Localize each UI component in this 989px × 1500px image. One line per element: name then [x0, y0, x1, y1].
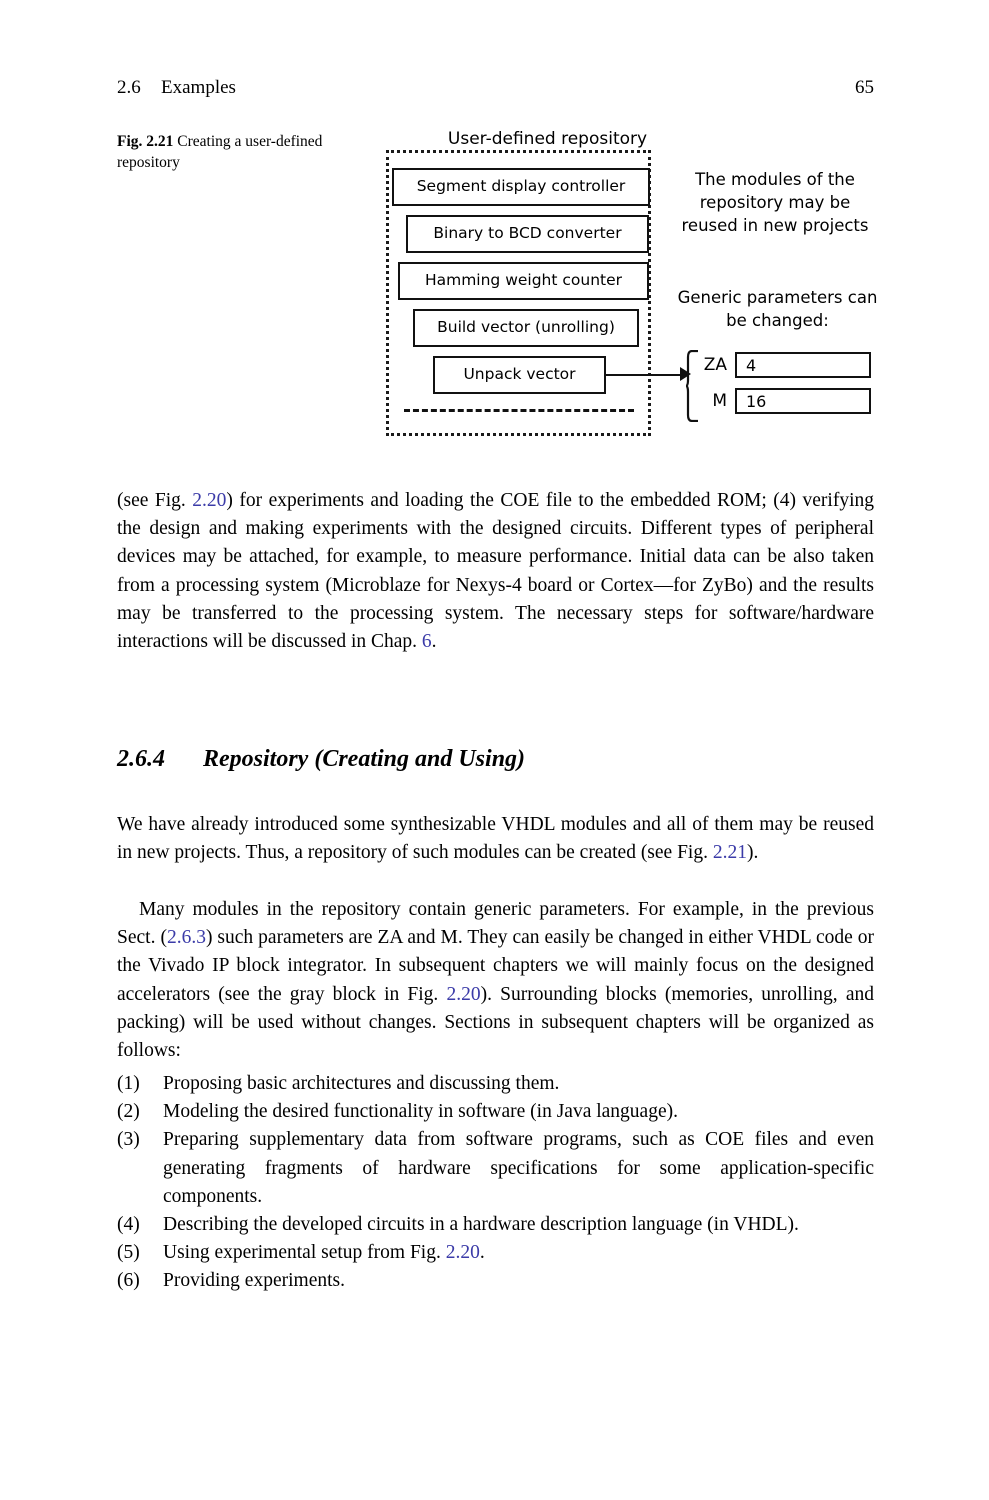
cross-reference-link[interactable]: 2.6.3: [167, 927, 206, 948]
list-item-text-before: Using experimental setup from Fig.: [163, 1242, 446, 1264]
cross-reference-link[interactable]: 2.20: [446, 984, 480, 1005]
list-item-text: Providing experiments.: [163, 1270, 345, 1292]
document-page: 2.6 Examples 65 Fig. 2.21 Creating a user…: [0, 0, 989, 1500]
module-box-build-vector-unrolling: Build vector (unrolling): [413, 309, 639, 347]
list-item-text-after: .: [479, 1242, 485, 1264]
list-item-marker: (6): [117, 1270, 140, 1292]
list-item-text: Using experimental setup from Fig. 2.20.: [163, 1239, 874, 1267]
module-box-hamming-weight-counter: Hamming weight counter: [398, 262, 649, 300]
list-item: (5) Using experimental setup from Fig. 2…: [117, 1239, 874, 1267]
module-label: Segment display controller: [416, 177, 626, 196]
figure-caption: Fig. 2.21 Creating a user-defined reposi…: [117, 131, 367, 173]
list-item: (1) Proposing basic architectures and di…: [117, 1070, 874, 1098]
parameter-value-field[interactable]: 4: [735, 352, 871, 378]
page-number: 65: [855, 77, 874, 98]
running-head: 2.6 Examples 65: [117, 76, 874, 100]
list-item-text: Proposing basic architectures and discus…: [163, 1073, 560, 1094]
list-item-text: Preparing supplementary data from softwa…: [163, 1129, 874, 1207]
list-item-text: Modeling the desired functionality in so…: [163, 1101, 678, 1123]
parameter-row-m: M 16: [699, 386, 871, 416]
list-item-marker: (2): [117, 1101, 140, 1123]
figure-2-21-artwork: User-defined repository Segment display …: [380, 128, 880, 448]
list-item-marker: (3): [117, 1129, 140, 1151]
paragraph-continuation: (see Fig. 2.20) for experiments and load…: [117, 487, 874, 656]
parameter-name: ZA: [703, 355, 727, 375]
list-item: (2) Modeling the desired functionality i…: [117, 1098, 874, 1126]
cross-reference-link[interactable]: 2.21: [713, 842, 747, 863]
paragraph-text: .: [431, 631, 437, 653]
module-label: Binary to BCD converter: [433, 224, 622, 243]
module-box-binary-to-bcd-converter: Binary to BCD converter: [406, 215, 649, 253]
list-item-text: Describing the developed circuits in a h…: [163, 1214, 799, 1236]
numbered-list: (1) Proposing basic architectures and di…: [117, 1070, 874, 1296]
paragraph-text: We have already introduced some synthesi…: [117, 814, 874, 864]
section-heading-title: Repository (Creating and Using): [203, 746, 526, 772]
cross-reference-link[interactable]: 6: [422, 631, 432, 652]
list-item-marker: (5): [117, 1242, 140, 1264]
running-head-section-number: 2.6: [117, 77, 141, 98]
module-box-unpack-vector: Unpack vector: [433, 356, 606, 394]
cross-reference-link[interactable]: 2.20: [192, 490, 226, 511]
parameter-value-field[interactable]: 16: [735, 388, 871, 414]
curly-brace-icon: [685, 350, 698, 422]
generic-parameters-group: ZA 4 M 16: [685, 350, 880, 422]
note-generic-parameters: Generic parameters can be changed:: [677, 288, 878, 330]
paragraph-text: (see Fig.: [117, 490, 193, 511]
note-modules-reuse: The modules of the repository may be reu…: [681, 170, 869, 235]
repository-title-label: User-defined repository: [447, 129, 648, 149]
list-item-marker: (4): [117, 1214, 140, 1236]
cross-reference-link[interactable]: 2.20: [446, 1242, 480, 1263]
section-heading-number: 2.6.4: [117, 746, 165, 772]
running-head-section-title: Examples: [161, 77, 236, 98]
paragraph-text: ) for experiments and loading the COE fi…: [117, 490, 875, 653]
list-item: (6) Providing experiments.: [117, 1267, 874, 1295]
section-heading: 2.6.4 Repository (Creating and Using): [117, 744, 874, 774]
module-label: Hamming weight counter: [424, 271, 623, 290]
connector-line: [606, 374, 685, 376]
module-box-segment-display-controller: Segment display controller: [392, 168, 650, 206]
figure-caption-label: Fig. 2.21: [117, 133, 174, 150]
paragraph-generic-parameters: Many modules in the repository contain g…: [117, 896, 874, 1065]
list-item: (3) Preparing supplementary data from so…: [117, 1126, 874, 1211]
list-item-marker: (1): [117, 1073, 140, 1094]
parameter-row-za: ZA 4: [699, 350, 871, 380]
parameter-name: M: [712, 391, 727, 411]
dashed-separator-line: [404, 409, 634, 412]
paragraph-repository-intro: We have already introduced some synthesi…: [117, 811, 874, 867]
paragraph-text: ).: [746, 842, 759, 864]
module-label: Build vector (unrolling): [437, 318, 615, 337]
list-item: (4) Describing the developed circuits in…: [117, 1211, 874, 1239]
module-label: Unpack vector: [463, 365, 576, 384]
